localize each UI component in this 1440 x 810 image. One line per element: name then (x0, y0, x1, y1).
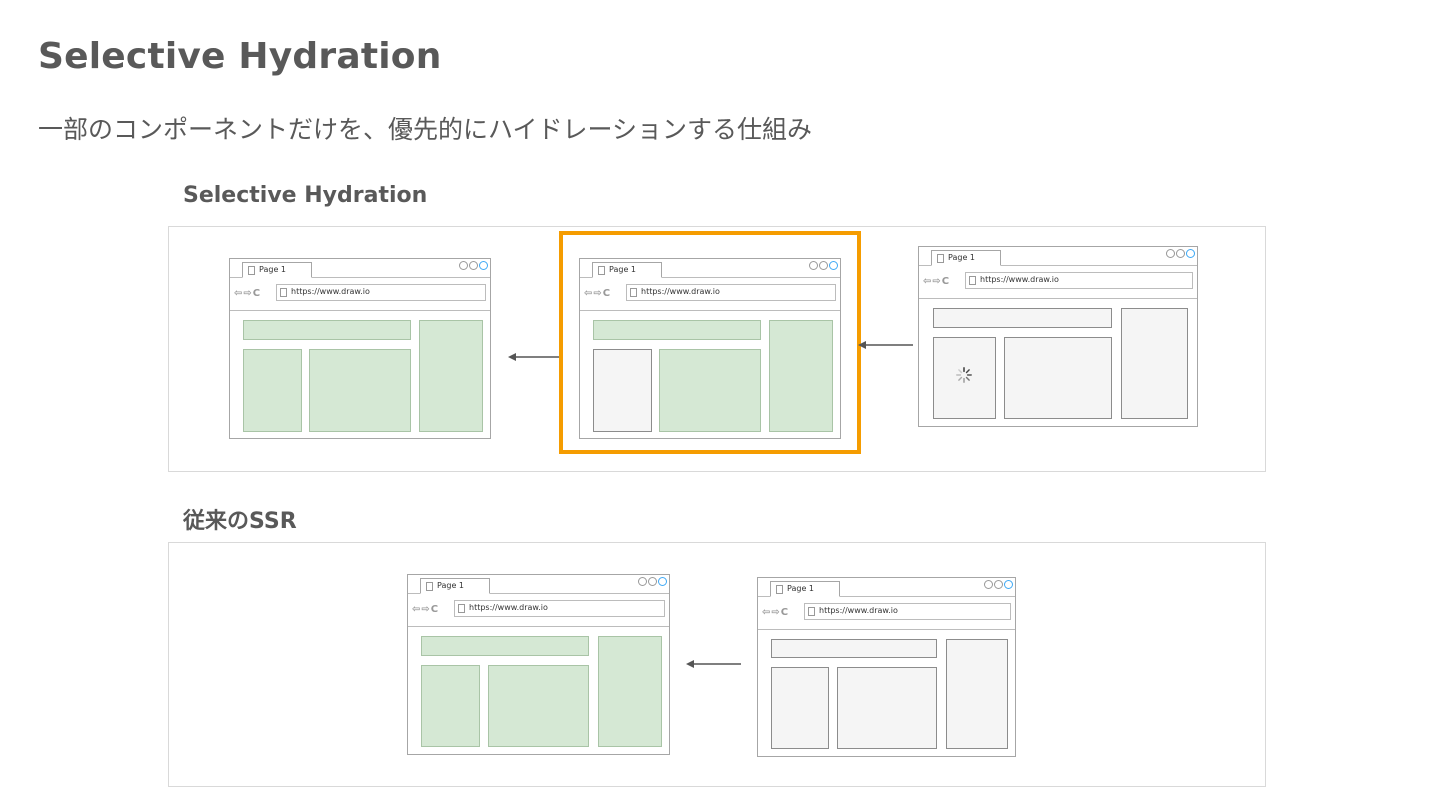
page-icon (248, 266, 255, 275)
window-controls (459, 261, 488, 272)
browser-tab: Page 1 (931, 250, 1001, 266)
section-label-selective: Selective Hydration (183, 183, 428, 208)
loading-spinner-icon (956, 367, 972, 383)
content-component (837, 667, 937, 749)
url-text: https://www.draw.io (291, 287, 370, 296)
url-text: https://www.draw.io (469, 603, 548, 612)
slide-subtitle: 一部のコンポーネントだけを、優先的にハイドレーションする仕組み (38, 115, 813, 144)
sidebar-component (243, 349, 302, 432)
browser-tab: Page 1 (242, 262, 312, 278)
header-component (243, 320, 411, 340)
nav-icons: ⇦⇨C (923, 276, 951, 287)
aside-component (946, 639, 1008, 749)
maximize-icon (469, 261, 478, 270)
aside-component (598, 636, 662, 747)
browser-tab: Page 1 (592, 262, 662, 278)
arrow-left-icon (508, 353, 561, 361)
page-icon (937, 254, 944, 263)
document-icon (458, 604, 465, 613)
nav-icons: ⇦⇨C (762, 607, 790, 618)
content-component (659, 349, 761, 432)
browser-mockup-loading: Page 1 ⇦⇨C https://www.draw.io (918, 246, 1198, 427)
browser-mockup-partial: Page 1 ⇦⇨C https://www.draw.io (579, 258, 841, 439)
header-component (933, 308, 1112, 328)
maximize-icon (819, 261, 828, 270)
header-component (593, 320, 761, 340)
nav-bar: ⇦⇨C https://www.draw.io (919, 265, 1197, 299)
browser-tab: Page 1 (770, 581, 840, 597)
url-text: https://www.draw.io (980, 275, 1059, 284)
close-icon (658, 577, 667, 586)
minimize-icon (459, 261, 468, 270)
window-controls (984, 580, 1013, 591)
nav-bar: ⇦⇨C https://www.draw.io (408, 593, 669, 627)
close-icon (479, 261, 488, 270)
tab-bar: Page 1 (408, 575, 669, 594)
url-bar: https://www.draw.io (276, 284, 486, 301)
nav-bar: ⇦⇨C https://www.draw.io (758, 596, 1015, 630)
document-icon (808, 607, 815, 616)
browser-mockup-hydrated: Page 1 ⇦⇨C https://www.draw.io (229, 258, 491, 439)
url-bar: https://www.draw.io (804, 603, 1011, 620)
browser-mockup-hydrated: Page 1 ⇦⇨C https://www.draw.io (407, 574, 670, 755)
nav-bar: ⇦⇨C https://www.draw.io (230, 277, 490, 311)
document-icon (630, 288, 637, 297)
arrow-left-icon (858, 341, 913, 349)
nav-icons: ⇦⇨C (412, 604, 440, 615)
minimize-icon (1166, 249, 1175, 258)
content-component (1004, 337, 1112, 419)
tab-bar: Page 1 (230, 259, 490, 278)
content-component (309, 349, 411, 432)
sidebar-component-pending (593, 349, 652, 432)
close-icon (1186, 249, 1195, 258)
tab-bar: Page 1 (758, 578, 1015, 597)
close-icon (829, 261, 838, 270)
maximize-icon (648, 577, 657, 586)
window-controls (809, 261, 838, 272)
arrow-left-icon (686, 660, 741, 668)
url-bar: https://www.draw.io (454, 600, 665, 617)
slide-title: Selective Hydration (38, 36, 442, 77)
header-component (771, 639, 937, 658)
window-controls (1166, 249, 1195, 260)
url-bar: https://www.draw.io (626, 284, 836, 301)
tab-label: Page 1 (948, 253, 975, 262)
maximize-icon (1176, 249, 1185, 258)
browser-mockup-not-hydrated: Page 1 ⇦⇨C https://www.draw.io (757, 577, 1016, 757)
url-text: https://www.draw.io (819, 606, 898, 615)
aside-component (419, 320, 483, 432)
window-controls (638, 577, 667, 588)
url-text: https://www.draw.io (641, 287, 720, 296)
document-icon (969, 276, 976, 285)
nav-icons: ⇦⇨C (584, 288, 612, 299)
page-icon (426, 582, 433, 591)
browser-tab: Page 1 (420, 578, 490, 594)
tab-label: Page 1 (259, 265, 286, 274)
url-bar: https://www.draw.io (965, 272, 1193, 289)
sidebar-component (771, 667, 829, 749)
tab-label: Page 1 (437, 581, 464, 590)
header-component (421, 636, 589, 656)
aside-component (1121, 308, 1188, 419)
content-component (488, 665, 589, 747)
sidebar-component-loading (933, 337, 996, 419)
page-icon (598, 266, 605, 275)
page-icon (776, 585, 783, 594)
maximize-icon (994, 580, 1003, 589)
nav-bar: ⇦⇨C https://www.draw.io (580, 277, 840, 311)
tab-bar: Page 1 (580, 259, 840, 278)
minimize-icon (638, 577, 647, 586)
aside-component (769, 320, 833, 432)
section-label-traditional: 従来のSSR (183, 509, 297, 534)
tab-bar: Page 1 (919, 247, 1197, 266)
minimize-icon (809, 261, 818, 270)
tab-label: Page 1 (609, 265, 636, 274)
minimize-icon (984, 580, 993, 589)
document-icon (280, 288, 287, 297)
tab-label: Page 1 (787, 584, 814, 593)
close-icon (1004, 580, 1013, 589)
sidebar-component (421, 665, 480, 747)
nav-icons: ⇦⇨C (234, 288, 262, 299)
